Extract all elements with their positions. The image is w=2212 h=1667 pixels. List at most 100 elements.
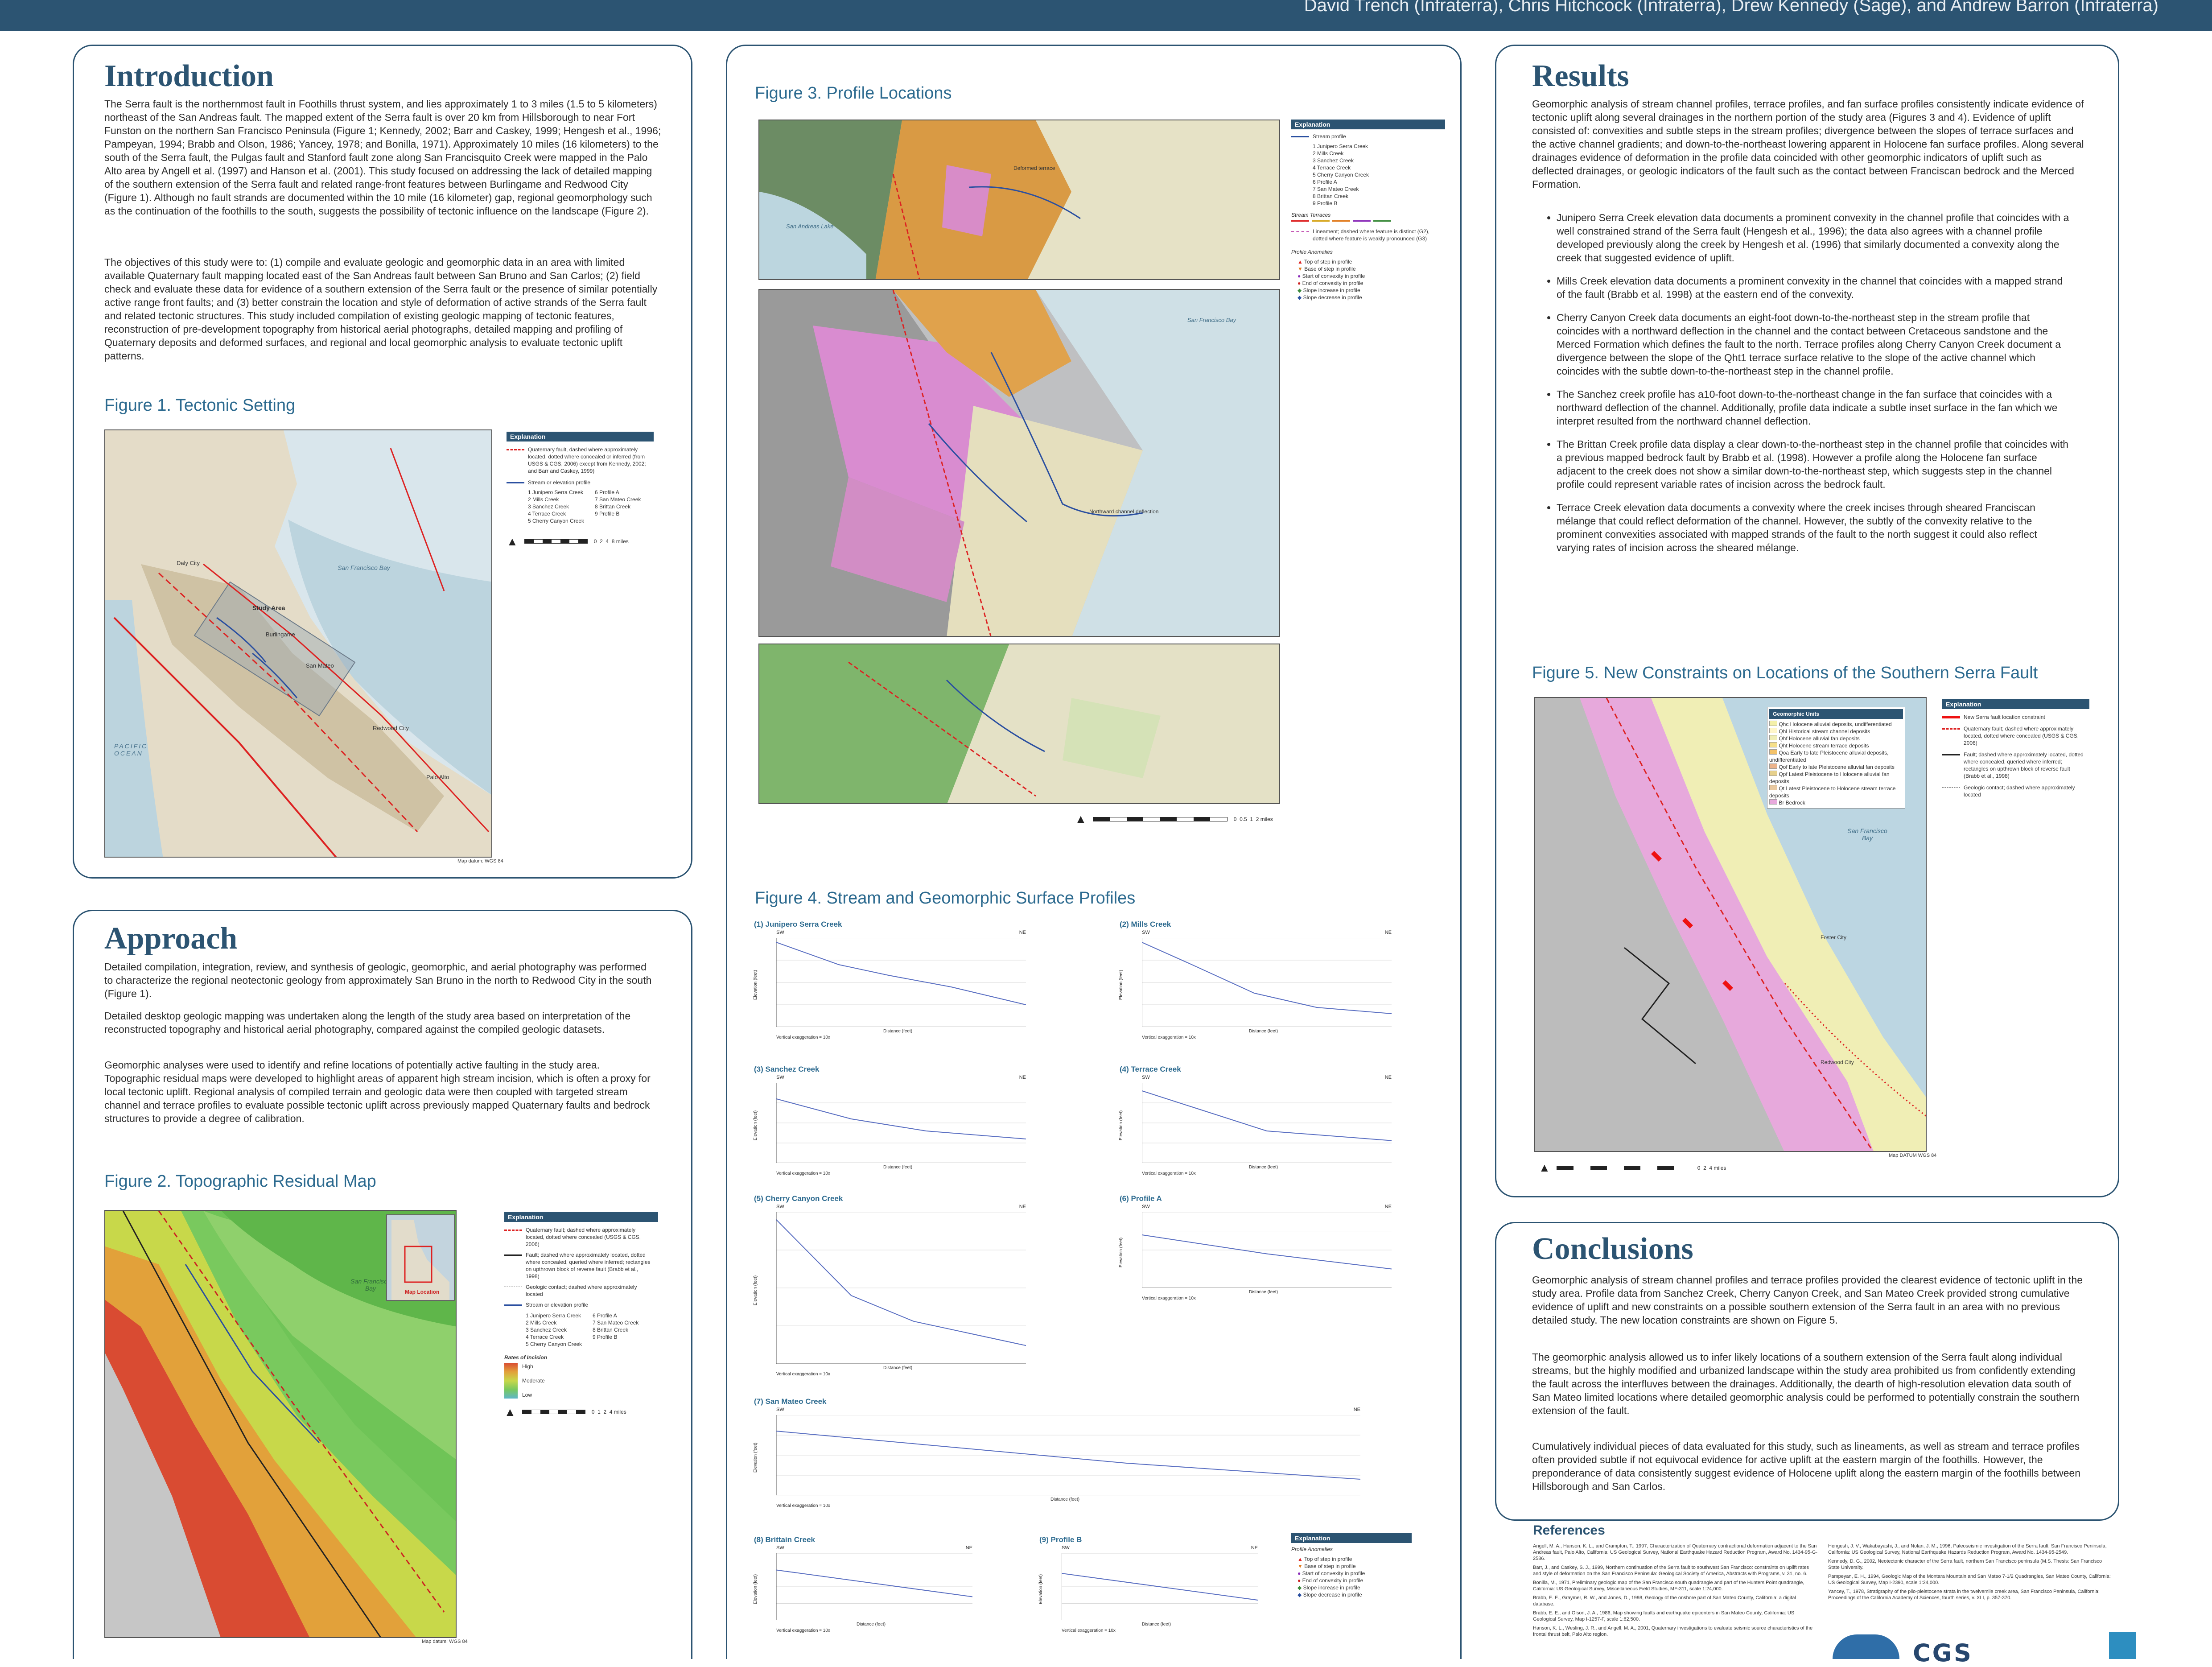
figure3-anomalies-title: Profile Anomalies: [1291, 249, 1333, 255]
direction-sw-label: SW: [776, 1545, 784, 1551]
figure3-anomaly-item: ▲ Top of step in profile: [1298, 259, 1352, 265]
profile-vertical-exaggeration: Vertical exaggeration = 10x: [776, 1628, 830, 1633]
direction-sw-label: SW: [1062, 1545, 1070, 1551]
approach-paragraph-3: Geomorphic analyses were used to identif…: [104, 1059, 651, 1124]
profile-ylabel: Elevation (feet): [1119, 1237, 1124, 1268]
results-intro: Geomorphic analysis of stream channel pr…: [1532, 98, 2084, 190]
profile-xlabel: Distance (feet): [1249, 1290, 1278, 1295]
figure2-legend-item: 3 Sanchez Creek: [526, 1327, 567, 1333]
introduction-paragraph-2: The objectives of this study were to: (1…: [104, 256, 658, 362]
figure1-legend-item: 1 Junipero Serra Creek: [528, 489, 584, 495]
figure3-legend-item: 7 San Mateo Creek: [1313, 186, 1359, 192]
approach-title: Approach: [104, 921, 238, 956]
channel-profile-line: [1142, 1090, 1392, 1141]
profile-plot-area: [776, 938, 1026, 1027]
figure5-unit-item: Qhf Holocene alluvial fan deposits: [1769, 735, 1903, 742]
quaternary-fault-symbol-icon: [1942, 728, 1960, 747]
figure1-label-ocean: PACIFIC OCEAN: [114, 743, 148, 757]
direction-ne-label: NE: [1019, 930, 1026, 935]
profile-plot-area: [1142, 1212, 1392, 1288]
reference-item: Pampeyan, E. H., 1994, Geologic Map of t…: [1828, 1574, 2111, 1585]
lineament-symbol-icon: [1291, 231, 1309, 242]
figure2-legend-item: 4 Terrace Creek: [526, 1334, 564, 1340]
figure1-label-palo-alto: Palo Alto: [426, 774, 449, 780]
profile-plot: (1) Junipero Serra Creek SW NE Distance (fe…: [753, 920, 1039, 1045]
rate-moderate-label: Moderate: [522, 1378, 545, 1384]
figures-panel: Figure 3. Profile Locations San Andreas …: [726, 45, 1462, 1659]
figure3-anomaly-item: ◆ Slope decrease in profile: [1298, 294, 1362, 301]
stream-profile-symbol-icon: [504, 1304, 522, 1308]
figure3-legend-item: 1 Junipero Serra Creek: [1313, 143, 1368, 149]
direction-sw-label: SW: [1142, 930, 1150, 935]
direction-ne-label: NE: [1384, 1075, 1392, 1080]
figure5-legend-item: Geologic contact; dashed where approxima…: [1964, 784, 2075, 798]
stream-profile-symbol-icon: [1291, 136, 1309, 140]
channel-profile-line: [1142, 1234, 1392, 1270]
terrace-swatch-icon: [1312, 220, 1330, 222]
figure2-inset-map: Map Location: [386, 1214, 455, 1301]
profile-ylabel: Elevation (feet): [753, 1110, 758, 1141]
direction-ne-label: NE: [1384, 1204, 1392, 1209]
figure1-map: San Francisco Bay PACIFIC OCEAN Study Ar…: [104, 429, 492, 858]
figure3-anomaly-item: ● Start of convexity in profile: [1298, 273, 1365, 279]
figure2-legend-line: Geologic contact; dashed where approxima…: [526, 1284, 637, 1297]
profile-ylabel: Elevation (feet): [1119, 970, 1124, 1000]
figure4-legend: Explanation Profile Anomalies ▲ Top of s…: [1291, 1533, 1412, 1598]
profile-vertical-exaggeration: Vertical exaggeration = 10x: [1142, 1296, 1196, 1301]
figure5-units-title: Geomorphic Units: [1769, 709, 1903, 719]
figure2-legend-item: 9 Profile B: [593, 1334, 618, 1340]
new-constraint-symbol-icon: [1942, 716, 1960, 718]
figure3-anomaly-list: ▲ Top of step in profile ▼ Base of step …: [1291, 258, 1445, 301]
profile-plot-title: (7) San Mateo Creek: [754, 1397, 827, 1406]
direction-sw-label: SW: [776, 1204, 784, 1209]
terrace-swatch-icon: [1353, 220, 1371, 222]
geologic-contact-symbol-icon: [1942, 787, 1960, 798]
figure3-legend-item: 9 Profile B: [1313, 200, 1338, 206]
figure5-scale-label: 0 2 4 miles: [1697, 1164, 1726, 1171]
profile-ylabel: Elevation (feet): [753, 970, 758, 1000]
results-title: Results: [1532, 59, 1629, 93]
profile-plot-title: (9) Profile B: [1039, 1535, 1082, 1544]
conclusions-title: Conclusions: [1532, 1232, 1693, 1266]
results-bullet: The Brittan Creek profile data display a…: [1557, 437, 2069, 491]
figure2-scale-label: 0 1 2 4 miles: [591, 1409, 626, 1415]
figure4-legend-item: ▲ Top of step in profile: [1298, 1556, 1352, 1562]
north-arrow-icon: ▲: [504, 1405, 516, 1419]
figure1-legend: Explanation Quaternary fault, dashed whe…: [507, 432, 654, 547]
figure2-rates-title: Rates of Incision: [504, 1354, 548, 1361]
reference-item: Brabb, E. E., Graymer, R. W., and Jones,…: [1533, 1595, 1796, 1607]
figure1-map-svg: [105, 430, 491, 857]
figure5-units-legend: Geomorphic Units Qhc Holocene alluvial d…: [1767, 707, 1905, 809]
profile-vertical-exaggeration: Vertical exaggeration = 10x: [1142, 1171, 1196, 1176]
channel-profile-line: [776, 1569, 972, 1597]
profile-plot-area: [1142, 938, 1392, 1027]
figure1-legend-item: 9 Profile B: [595, 511, 620, 517]
figure4-legend-item: ▼ Base of step in profile: [1298, 1563, 1356, 1569]
figure3-legend-item: 2 Mills Creek: [1313, 150, 1344, 157]
geologic-contact-symbol-icon: [504, 1287, 522, 1298]
reference-item: Kennedy, D. G., 2002, Neotectonic charac…: [1828, 1559, 2102, 1570]
quaternary-fault-symbol-icon: [507, 449, 524, 475]
figure4-legend-title: Explanation: [1291, 1533, 1412, 1543]
figure3-terraces-title: Stream Terraces: [1291, 212, 1331, 218]
figure3-map-north-svg: [759, 120, 1279, 279]
profile-plot: (5) Cherry Canyon Creek SW NE Distance (fee…: [753, 1194, 1039, 1382]
direction-ne-label: NE: [1353, 1407, 1360, 1412]
figure3-label-bay: San Francisco Bay: [1187, 317, 1236, 323]
figure3-map-north: San Andreas Lake Deformed terrace: [758, 120, 1280, 280]
reference-item: Angell, M. A., Hanson, K. L., and Crampt…: [1533, 1543, 1817, 1561]
profile-plot-area: [1062, 1553, 1258, 1620]
figure1-legend-item: 6 Profile A: [595, 489, 619, 495]
profile-plot-area: [776, 1212, 1026, 1364]
profile-plot: (2) Mills Creek SW NE Distance (feet) Elevat…: [1119, 920, 1405, 1045]
figure1-legend-stream: Stream or elevation profile: [528, 479, 591, 486]
figure2-legend-item: 1 Junipero Serra Creek: [526, 1312, 581, 1319]
figure5-unit-item: Qof Early to late Pleistocene alluvial f…: [1769, 763, 1903, 771]
profile-ylabel: Elevation (feet): [753, 1275, 758, 1306]
partner-logo-mark: [2109, 1632, 2136, 1659]
figure4-legend-item: ● End of convexity in profile: [1298, 1577, 1363, 1584]
figure4-legend-subtitle: Profile Anomalies: [1291, 1546, 1333, 1552]
conclusions-paragraph-2: The geomorphic analysis allowed us to in…: [1532, 1351, 2080, 1416]
figure3-scale-bar: [1092, 817, 1228, 821]
approach-paragraph-2: Detailed desktop geologic mapping was un…: [104, 1010, 631, 1035]
